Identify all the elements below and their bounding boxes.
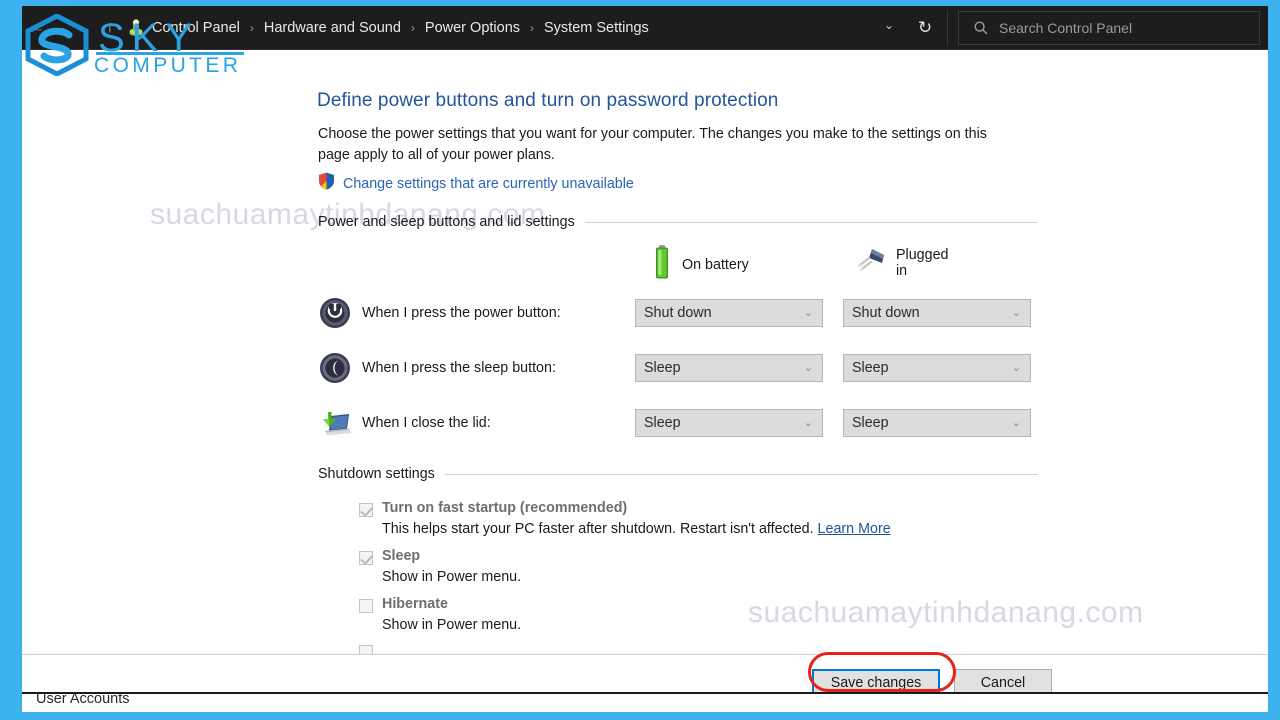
page-title: Define power buttons and turn on passwor… [317, 90, 779, 111]
dropdown-power-button-plugged-in[interactable]: Shut down ⌄ [843, 299, 1031, 327]
address-search-divider [947, 11, 948, 45]
setting-row-sleep-button: When I press the sleep button: Sleep ⌄ S… [318, 349, 1058, 387]
column-headers: On battery Plugged in [22, 245, 948, 284]
checkbox-label: Hibernate [382, 596, 448, 612]
checkbox-label: Turn on fast startup (recommended) [382, 500, 628, 516]
section-rule [584, 221, 1038, 223]
chevron-down-icon[interactable]: ⌄ [878, 18, 900, 32]
sleep-button-icon [318, 351, 352, 385]
dropdown-value: Sleep [852, 415, 889, 431]
outer-blue-frame: ← → ⌄ ↑ Control Panel › Hardware and Sou… [0, 0, 1280, 720]
up-one-level-button[interactable]: ↑ [98, 16, 122, 40]
dropdown-close-lid-plugged-in[interactable]: Sleep ⌄ [843, 409, 1031, 437]
column-header-label: Plugged in [896, 246, 949, 279]
search-input[interactable] [999, 20, 1239, 36]
dropdown-power-button-on-battery[interactable]: Shut down ⌄ [635, 299, 823, 327]
dropdown-sleep-button-plugged-in[interactable]: Sleep ⌄ [843, 354, 1031, 382]
dropdown-close-lid-on-battery[interactable]: Sleep ⌄ [635, 409, 823, 437]
breadcrumb-separator-icon: › [249, 21, 254, 35]
section-header-shutdown: Shutdown settings [318, 466, 1038, 482]
section-rule [444, 473, 1038, 475]
bottom-clipped-strip: User Accounts [22, 692, 1268, 712]
column-header-plugged-in: Plugged in [852, 245, 948, 280]
checkbox-row-sleep: Sleep Show in Power menu. [359, 548, 521, 585]
breadcrumb-item-system-settings[interactable]: System Settings [542, 19, 651, 37]
learn-more-link[interactable]: Learn More [818, 521, 891, 537]
section-title: Power and sleep buttons and lid settings [318, 214, 575, 230]
checkbox-row-fast-startup: Turn on fast startup (recommended) This … [359, 500, 891, 537]
chevron-down-icon: ⌄ [803, 416, 813, 429]
dropdown-value: Sleep [852, 360, 889, 376]
search-icon [973, 20, 989, 36]
checkbox-description: This helps start your PC faster after sh… [382, 521, 891, 537]
setting-row-label: When I press the sleep button: [362, 360, 556, 376]
chevron-down-icon: ⌄ [803, 361, 813, 374]
change-settings-link-label: Change settings that are currently unava… [343, 175, 634, 192]
battery-icon [652, 245, 672, 284]
checkbox-description: Show in Power menu. [382, 569, 522, 585]
setting-row-label: When I close the lid: [362, 415, 491, 431]
chevron-down-icon: ⌄ [1011, 416, 1021, 429]
dropdown-value: Sleep [644, 360, 681, 376]
checkbox-row-hibernate: Hibernate Show in Power menu. [359, 596, 521, 633]
back-button[interactable]: ← [24, 16, 48, 40]
bottom-strip-label: User Accounts [36, 692, 130, 707]
section-header-power: Power and sleep buttons and lid settings [318, 214, 1038, 230]
setting-row-power-button: When I press the power button: Shut down… [318, 294, 1058, 332]
settings-content-pane: suachuamaytinhdanang.com suachuamaytinhd… [22, 50, 1268, 654]
chevron-down-icon: ⌄ [1011, 361, 1021, 374]
control-panel-window: ← → ⌄ ↑ Control Panel › Hardware and Sou… [22, 6, 1268, 708]
breadcrumb-item-power-options[interactable]: Power Options [423, 19, 522, 37]
checkbox-description-text: This helps start your PC faster after sh… [382, 521, 818, 537]
power-button-icon [318, 296, 352, 330]
search-box[interactable] [958, 11, 1260, 45]
change-settings-link[interactable]: Change settings that are currently unava… [318, 172, 634, 195]
checkbox-hibernate[interactable] [359, 599, 373, 613]
power-plug-icon [852, 245, 886, 280]
watermark-text: suachuamaytinhdanang.com [748, 596, 1144, 629]
forward-button[interactable]: → [48, 16, 72, 40]
section-title: Shutdown settings [318, 466, 435, 482]
dropdown-sleep-button-on-battery[interactable]: Sleep ⌄ [635, 354, 823, 382]
setting-row-label: When I press the power button: [362, 305, 561, 321]
breadcrumb-separator-icon: › [530, 21, 535, 35]
refresh-icon[interactable]: ↻ [912, 15, 938, 41]
title-address-bar: ← → ⌄ ↑ Control Panel › Hardware and Sou… [22, 6, 1268, 50]
page-description: Choose the power settings that you want … [318, 126, 987, 163]
checkbox-clipped[interactable] [359, 645, 373, 654]
breadcrumb-item-control-panel[interactable]: Control Panel [150, 19, 242, 37]
breadcrumb-item-hardware-and-sound[interactable]: Hardware and Sound [262, 19, 403, 37]
checkbox-label: Sleep [382, 548, 421, 564]
setting-row-close-lid: When I close the lid: Sleep ⌄ Sleep ⌄ [318, 404, 1058, 442]
checkbox-description: Show in Power menu. [382, 617, 522, 633]
breadcrumb-separator-icon: › [410, 21, 415, 35]
breadcrumb: Control Panel › Hardware and Sound › Pow… [150, 16, 651, 40]
chevron-down-icon: ⌄ [1011, 306, 1021, 319]
checkbox-fast-startup[interactable] [359, 503, 373, 517]
laptop-lid-icon [318, 406, 352, 440]
dropdown-value: Shut down [852, 305, 920, 321]
chevron-down-icon: ⌄ [803, 306, 813, 319]
recent-locations-button[interactable]: ⌄ [74, 16, 98, 40]
dropdown-value: Sleep [644, 415, 681, 431]
checkbox-row-clipped[interactable] [359, 642, 373, 654]
dropdown-value: Shut down [644, 305, 712, 321]
checkbox-sleep[interactable] [359, 551, 373, 565]
control-panel-icon [126, 17, 146, 37]
column-header-on-battery: On battery [652, 245, 749, 284]
column-header-label: On battery [682, 256, 749, 273]
uac-shield-icon [318, 172, 335, 195]
